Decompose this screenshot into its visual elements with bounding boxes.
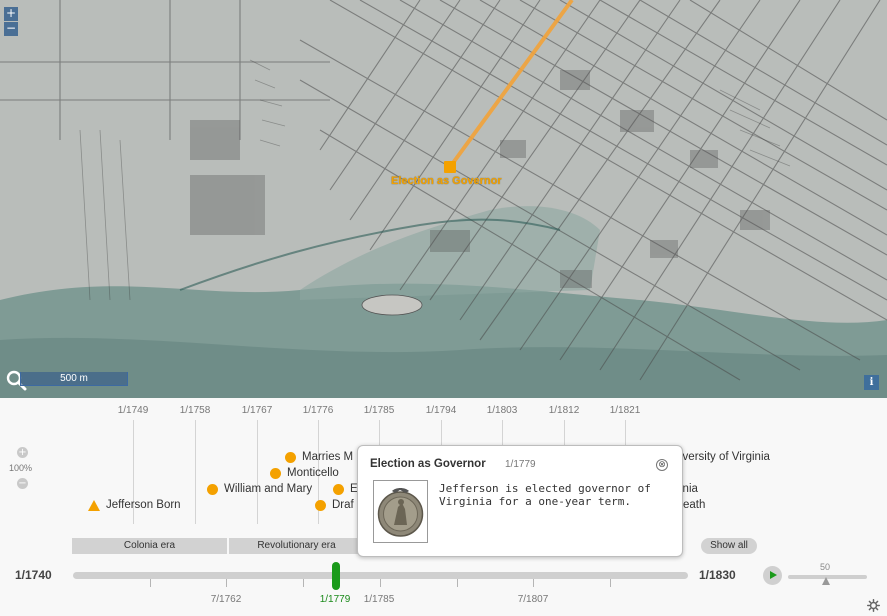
timeline-zoom-level: 100% [9, 463, 33, 473]
timeline-tick-label: 1/1758 [179, 405, 211, 416]
circle-marker-icon [315, 499, 326, 511]
timeline-event-label: eath [683, 499, 706, 511]
slider-tick [380, 579, 381, 587]
timeline-event-label: Monticello [287, 467, 339, 479]
map-event-label[interactable]: Election as Governor [391, 175, 502, 187]
slider-tick [533, 579, 534, 587]
timeline-tick-label: 1/1749 [117, 405, 149, 416]
gear-icon[interactable] [867, 599, 880, 612]
era-band-colonial[interactable]: Colonia era [72, 538, 227, 554]
timeline-tick-label: 1/1803 [486, 405, 518, 416]
timeline-event[interactable]: Marries M [285, 451, 353, 463]
timeline-gridline [257, 420, 258, 524]
show-all-button[interactable]: Show all [701, 538, 757, 554]
speed-slider-handle[interactable] [822, 577, 830, 585]
era-band-revolutionary[interactable]: Revolutionary era [229, 538, 364, 554]
timeline-tick-label: 1/1812 [548, 405, 580, 416]
play-button[interactable] [763, 566, 782, 585]
timeline-event-label: Jefferson Born [106, 499, 181, 511]
slider-tick [457, 579, 458, 587]
timeline-tick-label: 1/1794 [425, 405, 457, 416]
circle-marker-icon [207, 483, 218, 495]
timeline-event-label: iversity of Virginia [680, 451, 770, 463]
slider-date-label: 7/1762 [210, 594, 242, 605]
timeline-event[interactable]: Draf [315, 499, 354, 511]
slider-current-date: 1/1779 [319, 594, 351, 605]
triangle-marker-icon [88, 499, 100, 511]
slider-tick [226, 579, 227, 587]
timeline-event[interactable]: E [333, 483, 358, 495]
map-zoom-in-button[interactable]: + [4, 7, 18, 21]
timeline-tick-label: 1/1767 [241, 405, 273, 416]
timeline-event[interactable]: iversity of Virginia [680, 451, 770, 463]
timeline-zoom-out-button[interactable]: − [17, 478, 28, 489]
timeline-event[interactable]: William and Mary [207, 483, 312, 495]
timeline-event-label: William and Mary [224, 483, 313, 495]
timeline-tick-label: 1/1821 [609, 405, 641, 416]
close-icon[interactable]: ⊗ [656, 459, 668, 471]
slider-tick [303, 579, 304, 587]
time-slider-track[interactable] [73, 572, 688, 579]
timeline-event[interactable]: Jefferson Born [88, 499, 181, 511]
map-info-button[interactable]: i [864, 375, 879, 390]
slider-tick [150, 579, 151, 587]
timeline-tick-label: 1/1785 [363, 405, 395, 416]
circle-marker-icon [333, 483, 344, 495]
popup-title: Election as Governor [370, 458, 486, 470]
circle-marker-icon [285, 451, 296, 463]
seal-of-virginia-icon[interactable] [373, 480, 428, 543]
popup-date: 1/1779 [505, 459, 536, 470]
speed-value: 50 [820, 562, 831, 572]
time-slider-handle[interactable] [332, 562, 340, 590]
range-start-label: 1/1740 [15, 568, 52, 582]
historic-map[interactable]: + − 500 m Election as Governor i [0, 0, 887, 398]
timeline-event[interactable]: eath [683, 499, 705, 511]
timeline-gridline [195, 420, 196, 524]
popup-description: Jefferson is elected governor of Virgini… [439, 482, 651, 508]
map-scale-bar: 500 m [20, 372, 128, 386]
range-end-label: 1/1830 [699, 568, 736, 582]
map-event-marker[interactable] [444, 161, 456, 173]
map-tiles [0, 0, 887, 398]
slider-date-label: 1/1785 [363, 594, 395, 605]
timeline-zoom-in-button[interactable]: + [17, 447, 28, 458]
timeline-event-label: Marries M [302, 451, 354, 463]
timeline-tick-label: 1/1776 [302, 405, 334, 416]
circle-marker-icon [270, 467, 281, 479]
map-zoom-out-button[interactable]: − [4, 22, 18, 36]
slider-date-label: 7/1807 [517, 594, 549, 605]
timeline-event-label: Draf [332, 499, 354, 511]
slider-tick [610, 579, 611, 587]
event-popup: Election as Governor 1/1779 ⊗ Jefferson … [357, 445, 683, 557]
timeline-event[interactable]: Monticello [270, 467, 339, 479]
